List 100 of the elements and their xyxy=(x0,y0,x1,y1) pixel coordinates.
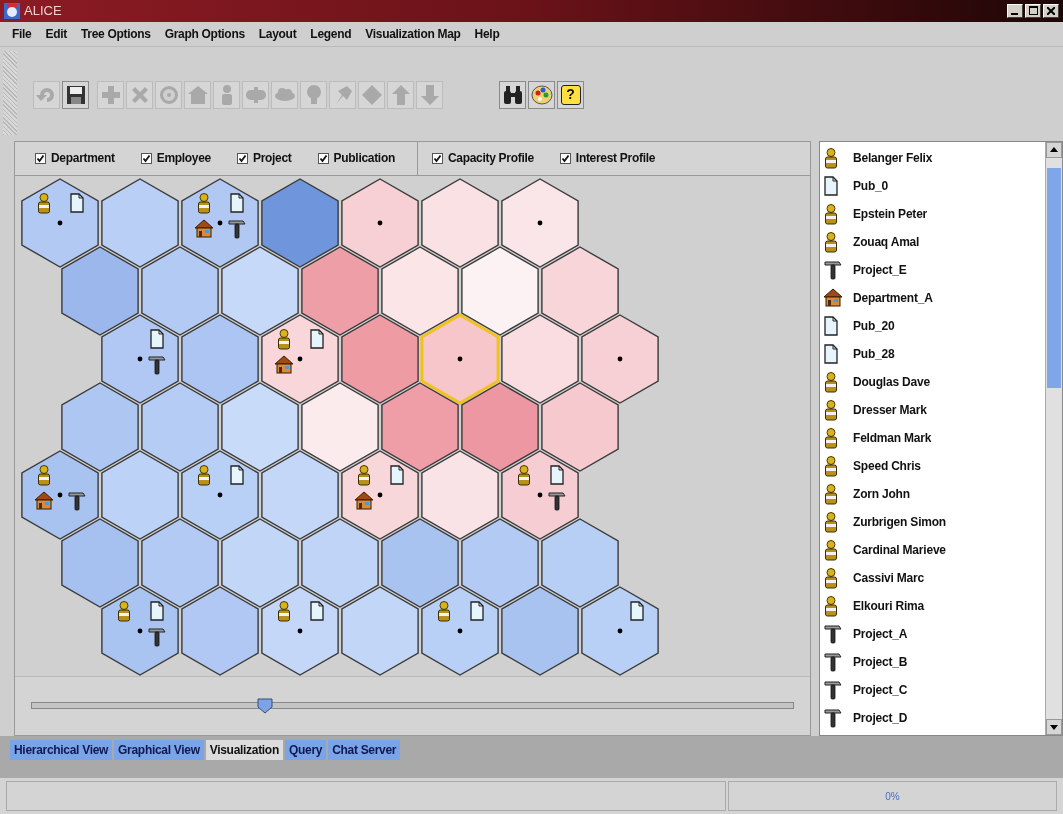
hex-cell[interactable] xyxy=(61,382,139,472)
hex-cell[interactable] xyxy=(101,314,179,404)
hex-cell[interactable] xyxy=(181,586,259,676)
document-icon xyxy=(230,465,244,485)
menu-item[interactable]: File xyxy=(12,26,32,41)
menu-item[interactable]: Visualization Map xyxy=(365,26,461,41)
hex-cell[interactable] xyxy=(541,382,619,472)
maximize-button[interactable] xyxy=(1025,4,1041,18)
list-item[interactable]: Cardinal Marieve xyxy=(820,535,1045,564)
list-item[interactable]: Elkouri Rima xyxy=(820,591,1045,620)
hex-cell[interactable] xyxy=(581,314,659,404)
list-item[interactable]: Project_A xyxy=(820,619,1045,648)
list-item[interactable]: Douglas Dave xyxy=(820,367,1045,396)
list-item[interactable]: Speed Chris xyxy=(820,451,1045,480)
view-tab[interactable]: Visualization xyxy=(205,740,283,761)
view-tab[interactable]: Graphical View xyxy=(114,740,204,761)
hex-cell[interactable] xyxy=(341,314,419,404)
menu-item[interactable]: Graph Options xyxy=(164,26,245,41)
list-item[interactable]: Project_C xyxy=(820,675,1045,704)
list-item[interactable]: Project_E xyxy=(820,255,1045,284)
list-item[interactable]: Pub_0 xyxy=(820,171,1045,200)
hex-cell[interactable] xyxy=(301,518,379,608)
menu-item[interactable]: Tree Options xyxy=(80,26,151,41)
toolbar-grip[interactable] xyxy=(3,50,17,135)
hex-cell[interactable] xyxy=(461,246,539,336)
close-button[interactable] xyxy=(1043,4,1059,18)
hex-cell[interactable] xyxy=(221,246,299,336)
hex-cell[interactable] xyxy=(341,178,419,268)
filter-checkbox[interactable]: Capacity Profile xyxy=(431,151,534,166)
hex-cell[interactable] xyxy=(21,178,99,268)
filter-checkbox[interactable]: Employee xyxy=(140,151,211,166)
hex-cell[interactable] xyxy=(501,586,579,676)
view-tab[interactable]: Hierarchical View xyxy=(10,740,113,761)
hex-cell[interactable] xyxy=(381,246,459,336)
hex-cell[interactable] xyxy=(581,586,659,676)
minimize-button[interactable] xyxy=(1007,4,1023,18)
hex-cell[interactable] xyxy=(261,450,339,540)
hex-cell[interactable] xyxy=(141,518,219,608)
hex-cell[interactable] xyxy=(421,586,499,676)
menu-item[interactable]: Layout xyxy=(258,26,297,41)
list-item[interactable]: Project_D xyxy=(820,703,1045,732)
list-item[interactable]: Epstein Peter xyxy=(820,199,1045,228)
list-item[interactable]: Zurbrigen Simon xyxy=(820,507,1045,536)
hex-cell[interactable] xyxy=(61,246,139,336)
hex-cell[interactable] xyxy=(381,382,459,472)
hex-cell[interactable] xyxy=(421,450,499,540)
help-button[interactable]: ? xyxy=(557,80,584,109)
person-icon xyxy=(198,464,210,486)
house-icon xyxy=(274,355,294,374)
hex-cell[interactable] xyxy=(301,382,379,472)
search-button[interactable] xyxy=(499,80,526,109)
list-item[interactable]: Zorn John xyxy=(820,479,1045,508)
hex-cell[interactable] xyxy=(541,246,619,336)
menu-item[interactable]: Legend xyxy=(310,26,352,41)
hex-cell[interactable] xyxy=(61,518,139,608)
menu-item[interactable]: Help xyxy=(474,26,500,41)
up-triangle-icon xyxy=(1050,147,1058,153)
list-item[interactable]: Dresser Mark xyxy=(820,395,1045,424)
hex-cell[interactable] xyxy=(501,178,579,268)
filter-checkbox[interactable]: Department xyxy=(35,151,115,166)
document-icon xyxy=(630,601,644,621)
hex-cell[interactable] xyxy=(341,586,419,676)
hex-cell[interactable] xyxy=(141,382,219,472)
list-item[interactable]: Feldman Mark xyxy=(820,423,1045,452)
hex-cell[interactable] xyxy=(381,518,459,608)
hex-cell[interactable] xyxy=(261,586,339,676)
hex-cell[interactable] xyxy=(261,178,339,268)
hex-cell[interactable] xyxy=(501,314,579,404)
hex-cell[interactable] xyxy=(461,518,539,608)
list-item[interactable]: Pub_28 xyxy=(820,339,1045,368)
hex-cell[interactable] xyxy=(181,450,259,540)
view-tab[interactable]: Chat Server xyxy=(328,740,401,761)
hex-cell[interactable] xyxy=(101,178,179,268)
hex-cell[interactable] xyxy=(221,518,299,608)
scrollbar-thumb[interactable] xyxy=(1047,167,1061,388)
menu-item[interactable]: Edit xyxy=(45,26,67,41)
list-item[interactable]: Department_A xyxy=(820,283,1045,312)
hex-cell[interactable] xyxy=(461,382,539,472)
save-button[interactable] xyxy=(62,80,89,109)
slider-thumb[interactable] xyxy=(256,697,273,714)
list-item[interactable]: Project_B xyxy=(820,647,1045,676)
list-item[interactable]: Belanger Felix xyxy=(820,143,1045,172)
scroll-down-button[interactable] xyxy=(1046,719,1062,736)
filter-checkbox[interactable]: Project xyxy=(237,151,292,166)
list-item[interactable]: Zouaq Amal xyxy=(820,227,1045,256)
hex-cell[interactable] xyxy=(221,382,299,472)
hammer-icon xyxy=(228,220,246,239)
hex-cell[interactable] xyxy=(101,450,179,540)
hex-cell[interactable] xyxy=(181,314,259,404)
list-item[interactable]: Pub_20 xyxy=(820,311,1045,340)
filter-checkbox[interactable]: Interest Profile xyxy=(559,151,656,166)
hex-cell[interactable] xyxy=(421,178,499,268)
palette-button[interactable] xyxy=(528,80,555,109)
hex-cell[interactable] xyxy=(301,246,379,336)
view-tab[interactable]: Query xyxy=(284,740,327,761)
scroll-up-button[interactable] xyxy=(1046,141,1062,158)
hex-cell[interactable] xyxy=(541,518,619,608)
list-item[interactable]: Cassivi Marc xyxy=(820,563,1045,592)
filter-checkbox[interactable]: Publication xyxy=(317,151,395,166)
hex-cell[interactable] xyxy=(141,246,219,336)
